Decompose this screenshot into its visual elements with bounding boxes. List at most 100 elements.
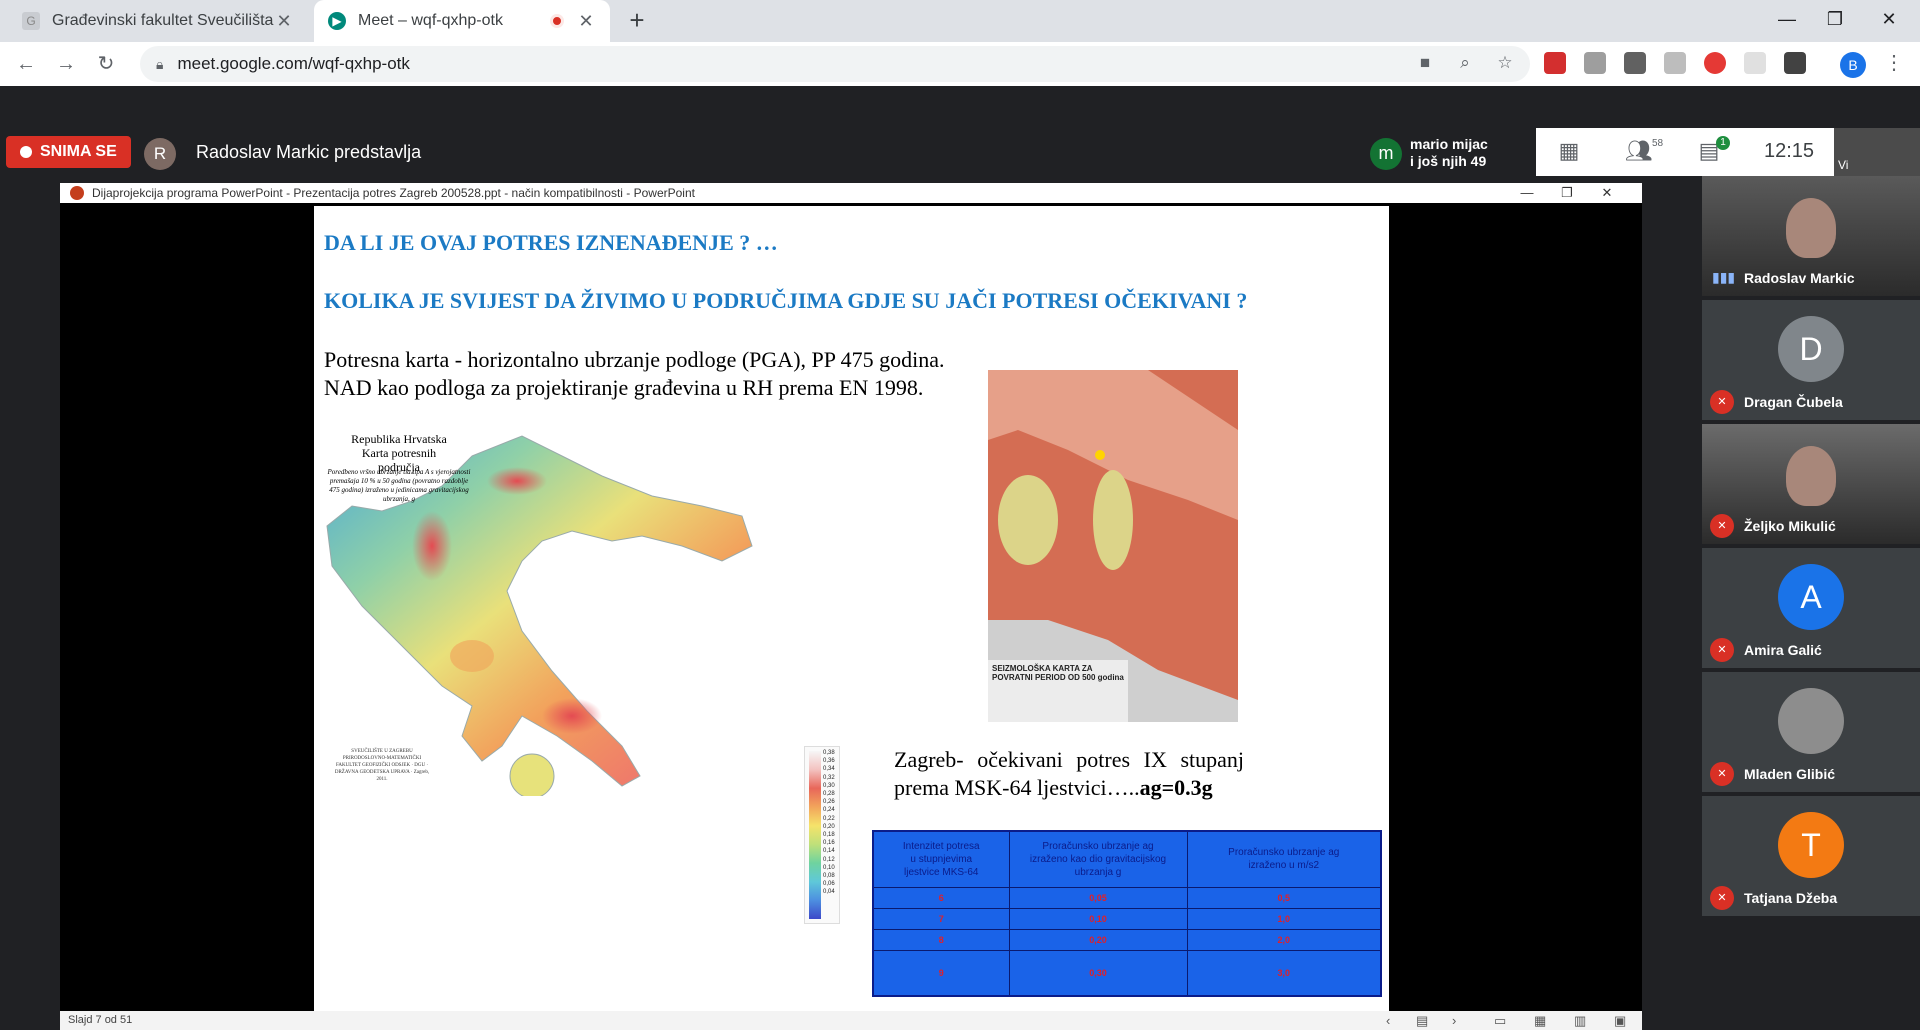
legend-value: 0,32 [823,774,835,781]
slide-heading-2: KOLIKA JE SVIJEST DA ŽIVIMO U PODRUČJIMA… [324,288,1248,313]
legend-value: 0,04 [823,889,835,896]
self-video-tile[interactable]: Vi [1834,128,1920,176]
extension-pdf-icon[interactable] [1544,52,1566,74]
ppt-close-button[interactable]: ✕ [1592,183,1622,203]
slide-body-line-1: Potresna karta - horizontalno ubrzanje p… [324,347,945,372]
participant-tile[interactable]: ✕ Mladen Glibić [1702,672,1920,792]
profile-avatar[interactable]: B [1840,52,1866,78]
legend-value: 0,26 [823,799,835,806]
maximize-window-button[interactable]: ❐ [1808,0,1862,38]
new-tab-button[interactable]: + [622,6,652,36]
address-bar[interactable]: 🔒︎ meet.google.com/wqf-qxhp-otk [140,46,1530,82]
participants-panel: ▮▮▮ Radoslav Markic D ✕ Dragan Čubela ✕ Željko… [1702,176,1920,916]
ppt-minimize-button[interactable]: — [1512,183,1542,203]
table-cell: 0,30 [1008,949,1188,997]
close-tab-icon[interactable]: ✕ [576,11,596,32]
table-header-ag-ms2: Proračunsko ubrzanje ag izraženo u m/s2 [1186,830,1382,888]
participant-avatar: A [1778,564,1844,630]
table-cell: 0,20 [1008,928,1188,951]
table-row: 9 0,30 3,0 [872,949,1382,997]
participant-tile[interactable]: ▮▮▮ Radoslav Markic [1702,176,1920,296]
browser-toolbar: ← → ↻ 🔒︎ meet.google.com/wqf-qxhp-otk ■ … [0,42,1920,86]
recording-badge: SNIMA SE [6,136,131,168]
extension-table-icon[interactable] [1784,52,1806,74]
table-cell: 1,0 [1186,907,1382,930]
map-legend-scale: 0,38 0,36 0,34 0,32 0,30 0,28 0,26 0,24 0,22 0,20… [804,746,840,924]
participant-tile[interactable]: T ✕ Tatjana Džeba [1702,796,1920,916]
legend-value: 0,20 [823,823,835,830]
table-row: 7 0,10 1,0 [872,907,1382,930]
slide-body-text: Potresna karta - horizontalno ubrzanje p… [324,346,945,402]
extension-apple-icon[interactable] [1704,52,1726,74]
slideshow-view-icon[interactable]: ▣ [1614,1013,1626,1029]
table-header-row: Intenzitet potresa u stupnjevima ljestvi… [872,830,1382,888]
legend-value: 0,36 [823,758,835,765]
table-row: 8 0,20 2,0 [872,928,1382,951]
reading-view-icon[interactable]: ▥ [1574,1013,1586,1029]
forward-button[interactable]: → [52,50,80,78]
legend-labels: 0,38 0,36 0,34 0,32 0,30 0,28 0,26 0,24 0,22 0,20… [823,749,835,897]
ppt-restore-button[interactable]: ❐ [1552,183,1582,203]
participant-avatar [1778,688,1844,754]
reload-button[interactable]: ↻ [92,50,120,78]
recording-label: SNIMA SE [40,143,117,160]
extension-grid-icon[interactable] [1744,52,1766,74]
slide-menu-icon[interactable]: ▤ [1416,1013,1428,1029]
close-window-button[interactable]: ✕ [1862,0,1916,38]
previous-slide-icon[interactable]: ‹ [1386,1013,1390,1028]
participant-tile[interactable]: D ✕ Dragan Čubela [1702,300,1920,420]
legend-value: 0,08 [823,873,835,880]
extension-shield-icon[interactable] [1624,52,1646,74]
participant-name: Tatjana Džeba [1744,890,1838,906]
joined-more-count: i još njih 49 [1410,153,1487,169]
camera-icon[interactable]: ■ [1412,50,1438,76]
participants-icon[interactable]: 👥︎ [1624,136,1654,166]
slide-heading-1: DA LI JE OVAJ POTRES IZNENAĐENJE ? … [324,230,778,255]
extension-bug-icon[interactable] [1584,52,1606,74]
table-cell: 6 [872,886,1010,909]
shared-screen-powerpoint: Dijaprojekcija programa PowerPoint - Pre… [60,183,1642,1030]
participant-avatar: D [1778,316,1844,382]
recording-indicator-icon [550,14,564,28]
participant-tile[interactable]: ✕ Željko Mikulić [1702,424,1920,544]
browser-tab-faculty[interactable]: G Građevinski fakultet Sveučilišta u ✕ [8,0,308,42]
extension-drive-icon[interactable] [1664,52,1686,74]
participant-name: Amira Galić [1744,642,1822,658]
zoom-icon[interactable]: ⌕ [1452,50,1478,76]
legend-value: 0,16 [823,840,835,847]
next-slide-icon[interactable]: › [1452,1013,1456,1028]
minimize-window-button[interactable]: — [1760,0,1814,38]
layout-grid-icon[interactable]: ▦ [1554,136,1584,166]
normal-view-icon[interactable]: ▭ [1494,1013,1506,1029]
mic-muted-icon: ✕ [1710,390,1734,414]
table-cell: 9 [872,949,1010,997]
map-credits: SVEUČILIŠTE U ZAGREBU PRIRODOSLOVNO-MATE… [334,749,430,782]
table-header-ag-g: Proračunsko ubrzanje ag izraženo kao dio… [1008,830,1188,888]
meet-controls-panel: ▦ 👥︎ 58 ▤ 1 12:15 [1536,128,1834,176]
browser-tab-meet[interactable]: ▶ Meet – wqf-qxhp-otk ✕ [314,0,610,42]
legend-value: 0,22 [823,815,835,822]
presenter-avatar: R [144,138,176,170]
close-tab-icon[interactable]: ✕ [274,11,294,32]
legend-gradient [809,751,821,919]
mic-muted-icon: ✕ [1710,638,1734,662]
legend-value: 0,10 [823,864,835,871]
joined-user-name: mario mijac [1410,136,1488,152]
back-button[interactable]: ← [12,50,40,78]
ppt-title-bar: Dijaprojekcija programa PowerPoint - Pre… [60,183,1642,203]
mic-muted-icon: ✕ [1710,886,1734,910]
browser-tab-strip: G Građevinski fakultet Sveučilišta u ✕ ▶… [0,0,1920,42]
slide-body-line-2: NAD kao podloga za projektiranje građevi… [324,375,924,400]
tab-title: Meet – wqf-qxhp-otk [358,12,503,29]
participant-tile[interactable]: A ✕ Amira Galić [1702,548,1920,668]
legend-value: 0,14 [823,848,835,855]
bookmark-star-icon[interactable]: ☆ [1492,50,1518,76]
table-cell: 8 [872,928,1010,951]
slide-sorter-icon[interactable]: ▦ [1534,1013,1546,1029]
table-cell: 7 [872,907,1010,930]
browser-menu-icon[interactable]: ⋮ [1884,50,1904,75]
participant-avatar: T [1778,812,1844,878]
participant-name: Mladen Glibić [1744,766,1836,782]
participant-video-figure [1786,198,1836,258]
mic-muted-icon: ✕ [1710,514,1734,538]
